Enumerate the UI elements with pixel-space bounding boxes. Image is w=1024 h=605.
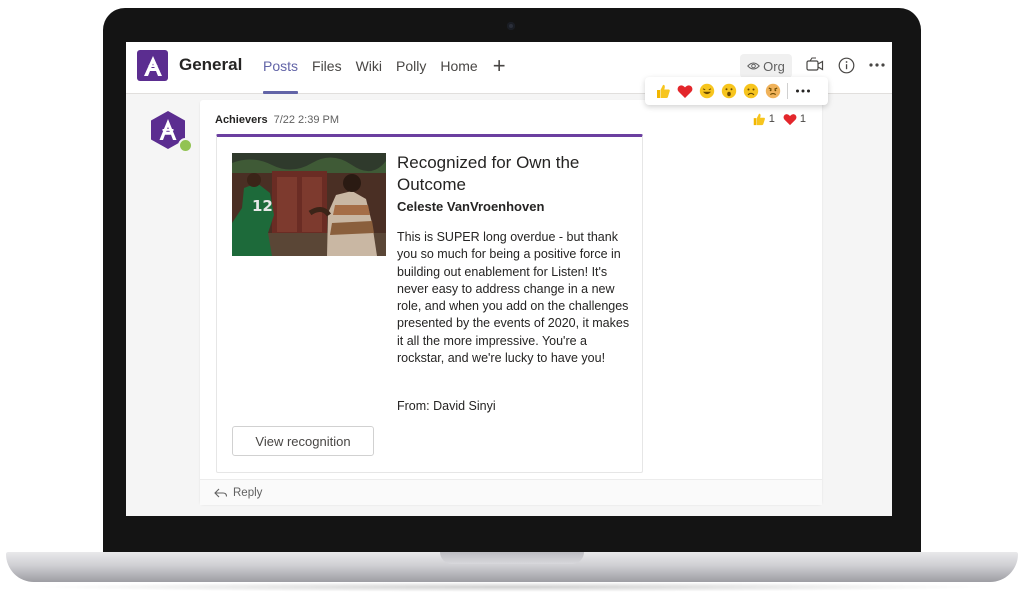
channel-title: General	[179, 55, 243, 74]
angry-reaction-icon[interactable]	[762, 80, 784, 102]
heart-reaction-icon[interactable]	[674, 80, 696, 102]
channel-post: Achievers 7/22 2:39 PM 1 1 12 Recognized…	[200, 100, 822, 505]
card-from: From: David Sinyi	[397, 399, 496, 413]
svg-text:12: 12	[252, 197, 273, 215]
sad-reaction-icon[interactable]	[740, 80, 762, 102]
celebration-gif: 12	[232, 153, 386, 256]
more-options-icon[interactable]	[792, 80, 814, 102]
tab-posts[interactable]: Posts	[256, 42, 305, 94]
post-reactions: 1 1	[752, 112, 806, 126]
like-reaction-count[interactable]: 1	[752, 112, 775, 126]
tab-polly[interactable]: Polly	[389, 42, 433, 93]
reply-label: Reply	[233, 486, 263, 499]
like-reaction-icon[interactable]	[652, 80, 674, 102]
card-recipient: Celeste VanVroenhoven	[397, 199, 545, 214]
teams-screen: General Posts Files Wiki Polly Home + Or…	[126, 42, 892, 516]
laptop-notch	[440, 552, 584, 564]
presence-indicator	[178, 138, 193, 153]
reaction-separator	[787, 83, 788, 99]
recognition-card: 12 Recognized for Own the Outcome Celest…	[216, 134, 643, 473]
post-meta: Achievers 7/22 2:39 PM	[215, 114, 339, 126]
tab-home[interactable]: Home	[433, 42, 484, 93]
view-recognition-button[interactable]: View recognition	[232, 426, 374, 456]
video-call-icon[interactable]	[805, 55, 825, 75]
post-author[interactable]: Achievers	[215, 114, 268, 126]
reply-button[interactable]: Reply	[200, 479, 822, 505]
card-message: This is SUPER long overdue - but thank y…	[397, 230, 630, 366]
more-options-icon[interactable]	[867, 55, 887, 75]
webcam	[507, 22, 515, 30]
reaction-picker	[645, 77, 828, 105]
post-timestamp: 7/22 2:39 PM	[273, 114, 340, 126]
tab-files[interactable]: Files	[305, 42, 349, 93]
achievers-logo-icon	[137, 50, 168, 81]
org-label: Org	[763, 58, 785, 74]
like-icon	[753, 113, 765, 126]
laptop-shadow	[30, 582, 994, 592]
card-title: Recognized for Own the Outcome	[397, 153, 580, 194]
eye-icon	[747, 59, 761, 74]
heart-count: 1	[799, 113, 806, 125]
info-icon[interactable]	[836, 55, 856, 75]
plus-icon[interactable]: +	[485, 42, 514, 93]
tab-wiki[interactable]: Wiki	[349, 42, 389, 93]
laugh-reaction-icon[interactable]	[696, 80, 718, 102]
heart-icon	[783, 113, 797, 125]
like-count: 1	[768, 113, 775, 125]
surprised-reaction-icon[interactable]	[718, 80, 740, 102]
heart-reaction-count[interactable]: 1	[783, 113, 806, 126]
channel-tabs: Posts Files Wiki Polly Home +	[256, 42, 514, 94]
org-button[interactable]: Org	[740, 54, 792, 78]
reply-icon	[214, 488, 227, 498]
